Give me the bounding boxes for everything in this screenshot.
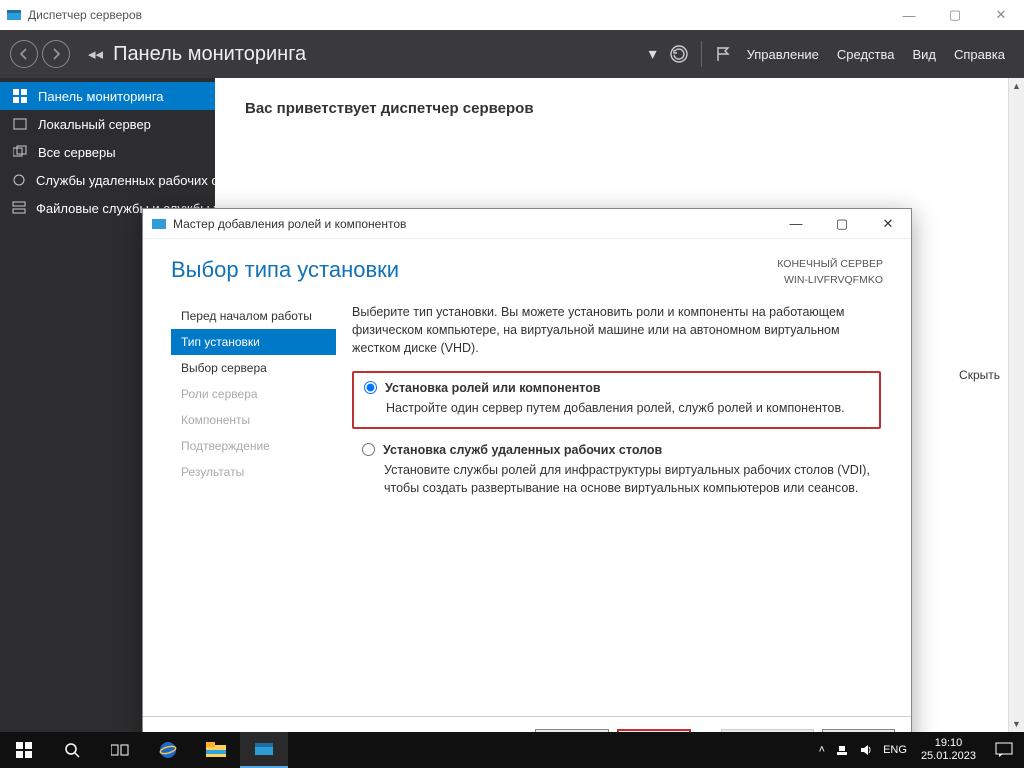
scroll-down-icon[interactable]: ▼ (1009, 716, 1024, 732)
menu-tools[interactable]: Средства (837, 47, 895, 62)
nav-forward-button[interactable] (42, 40, 70, 68)
sidebar-item-label: Панель мониторинга (38, 89, 164, 104)
minimize-button[interactable]: — (886, 0, 932, 30)
tray-network-icon[interactable] (835, 743, 849, 757)
notifications-flag-icon[interactable] (714, 45, 732, 63)
app-title: Диспетчер серверов (28, 8, 886, 22)
breadcrumb-chevron-icon: ◂◂ (88, 45, 103, 63)
nav-back-button[interactable] (10, 40, 38, 68)
sidebar-item-label: Локальный сервер (38, 117, 151, 132)
taskbar-explorer-icon[interactable] (192, 732, 240, 768)
menu-help[interactable]: Справка (954, 47, 1005, 62)
wizard-minimize-button[interactable]: — (773, 209, 819, 238)
sidebar-item-rds[interactable]: Службы удаленных рабочих столов (0, 166, 215, 194)
menu-manage[interactable]: Управление (747, 47, 819, 62)
destination-server-name: WIN-LIVFRVQFMKO (777, 273, 883, 289)
tray-volume-icon[interactable] (859, 743, 873, 757)
hide-link[interactable]: Скрыть (959, 368, 1000, 382)
option-desc: Установите службы ролей для инфраструкту… (384, 461, 871, 497)
start-button[interactable] (0, 732, 48, 768)
step-results: Результаты (171, 459, 336, 485)
wizard-maximize-button[interactable]: ▢ (819, 209, 865, 238)
tray-chevron-up-icon[interactable]: ˄ (819, 744, 825, 756)
tray-language[interactable]: ENG (883, 744, 907, 756)
wizard-steps: Перед началом работы Тип установки Выбор… (171, 299, 336, 717)
taskbar-clock[interactable]: 19:10 25.01.2023 (913, 737, 984, 763)
wizard-content-pane: Выберите тип установки. Вы можете устано… (336, 299, 911, 717)
task-view-button[interactable] (96, 732, 144, 768)
action-center-icon[interactable] (984, 732, 1024, 768)
step-before-begin[interactable]: Перед началом работы (171, 303, 336, 329)
add-roles-wizard-window: Мастер добавления ролей и компонентов — … (142, 208, 912, 765)
taskbar-server-manager-icon[interactable] (240, 732, 288, 768)
search-button[interactable] (48, 732, 96, 768)
welcome-heading: Вас приветствует диспетчер серверов (245, 100, 994, 117)
option-title: Установка ролей или компонентов (385, 379, 601, 397)
option-title: Установка служб удаленных рабочих столов (383, 441, 662, 459)
sidebar-item-all-servers[interactable]: Все серверы (0, 138, 215, 166)
wizard-heading: Выбор типа установки (171, 257, 777, 283)
menu-view[interactable]: Вид (912, 47, 936, 62)
servers-icon (12, 144, 28, 160)
dashboard-icon (12, 88, 28, 104)
wizard-icon (151, 216, 167, 232)
sidebar-item-label: Все серверы (38, 145, 116, 160)
sidebar-item-label: Службы удаленных рабочих столов (36, 173, 215, 188)
app-titlebar: Диспетчер серверов — ▢ ✕ (0, 0, 1024, 30)
option-rds-install[interactable]: Установка служб удаленных рабочих столов… (352, 435, 881, 507)
step-features: Компоненты (171, 407, 336, 433)
step-server-selection[interactable]: Выбор сервера (171, 355, 336, 381)
app-icon (6, 7, 22, 23)
clock-time: 19:10 (921, 737, 976, 750)
system-tray[interactable]: ˄ ENG (813, 743, 913, 757)
rds-icon (12, 172, 26, 188)
wizard-title: Мастер добавления ролей и компонентов (173, 217, 773, 231)
wizard-titlebar: Мастер добавления ролей и компонентов — … (143, 209, 911, 239)
taskbar-ie-icon[interactable] (144, 732, 192, 768)
taskbar: ˄ ENG 19:10 25.01.2023 (0, 732, 1024, 768)
option-role-based-radio[interactable] (364, 381, 377, 394)
option-rds-radio[interactable] (362, 443, 375, 456)
storage-icon (12, 200, 26, 216)
step-confirmation: Подтверждение (171, 433, 336, 459)
toolbar: ◂◂ Панель мониторинга ▾ Управление Средс… (0, 30, 1024, 78)
maximize-button[interactable]: ▢ (932, 0, 978, 30)
refresh-button[interactable] (669, 44, 689, 64)
sidebar-item-dashboard[interactable]: Панель мониторинга (0, 82, 215, 110)
sidebar-item-local-server[interactable]: Локальный сервер (0, 110, 215, 138)
option-desc: Настройте один сервер путем добавления р… (386, 399, 869, 417)
destination-server-info: КОНЕЧНЫЙ СЕРВЕР WIN-LIVFRVQFMKO (777, 257, 883, 289)
option-role-based-install[interactable]: Установка ролей или компонентов Настройт… (352, 371, 881, 429)
dropdown-icon[interactable]: ▾ (649, 44, 657, 64)
toolbar-separator (701, 41, 702, 67)
clock-date: 25.01.2023 (921, 750, 976, 763)
step-server-roles: Роли сервера (171, 381, 336, 407)
server-icon (12, 116, 28, 132)
vertical-scrollbar[interactable]: ▲ ▼ (1008, 78, 1024, 732)
scroll-up-icon[interactable]: ▲ (1009, 78, 1024, 94)
wizard-close-button[interactable]: ✕ (865, 209, 911, 238)
step-installation-type[interactable]: Тип установки (171, 329, 336, 355)
destination-label: КОНЕЧНЫЙ СЕРВЕР (777, 257, 883, 273)
wizard-description: Выберите тип установки. Вы можете устано… (352, 303, 881, 357)
close-button[interactable]: ✕ (978, 0, 1024, 30)
page-title: Панель мониторинга (113, 43, 306, 66)
